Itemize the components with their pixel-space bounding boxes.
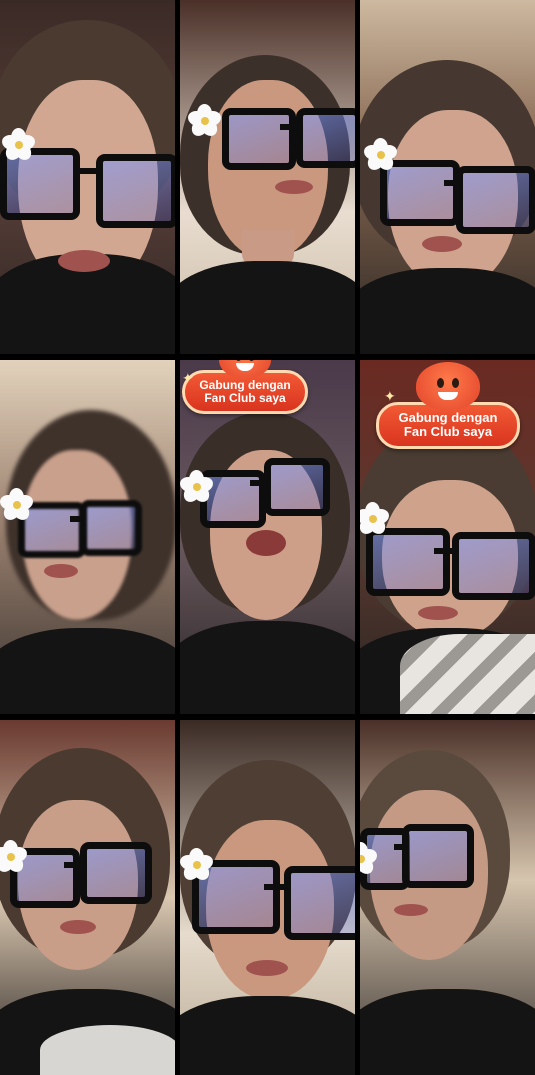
flower-icon xyxy=(360,502,391,538)
flower-icon xyxy=(186,104,223,140)
photo-cell-2 xyxy=(180,0,355,354)
badge-line-1: Gabung dengan xyxy=(398,410,498,425)
photo-cell-5: Gabung dengan Fan Club saya ✦ xyxy=(180,360,355,714)
sparkle-icon: ✦ xyxy=(182,370,194,386)
photo-cell-6: Gabung dengan Fan Club saya ✦ xyxy=(360,360,535,714)
striped-cushion xyxy=(400,634,535,714)
photo-cell-3 xyxy=(360,0,535,354)
flower-icon xyxy=(0,840,29,876)
fan-club-badge[interactable]: Gabung dengan Fan Club saya xyxy=(376,362,520,449)
mascot-icon xyxy=(416,362,480,410)
light-cushion xyxy=(40,1025,175,1075)
badge-line-2: Fan Club saya xyxy=(403,424,493,440)
fan-club-badge[interactable]: Gabung dengan Fan Club saya xyxy=(182,360,308,415)
flower-icon xyxy=(180,848,215,884)
flower-icon xyxy=(0,488,35,524)
photo-cell-8 xyxy=(180,720,355,1075)
photo-cell-4 xyxy=(0,360,175,714)
photo-cell-1 xyxy=(0,0,175,354)
photo-collage-grid: Gabung dengan Fan Club saya ✦ Gabung den… xyxy=(0,0,535,1075)
photo-cell-7 xyxy=(0,720,175,1075)
photo-cell-9 xyxy=(360,720,535,1075)
flower-icon xyxy=(0,128,37,164)
badge-line-2: Fan Club saya xyxy=(204,391,286,406)
sparkle-icon: ✦ xyxy=(384,388,396,404)
flower-icon xyxy=(180,470,215,506)
flower-icon xyxy=(362,138,399,174)
flower-icon xyxy=(360,842,379,878)
